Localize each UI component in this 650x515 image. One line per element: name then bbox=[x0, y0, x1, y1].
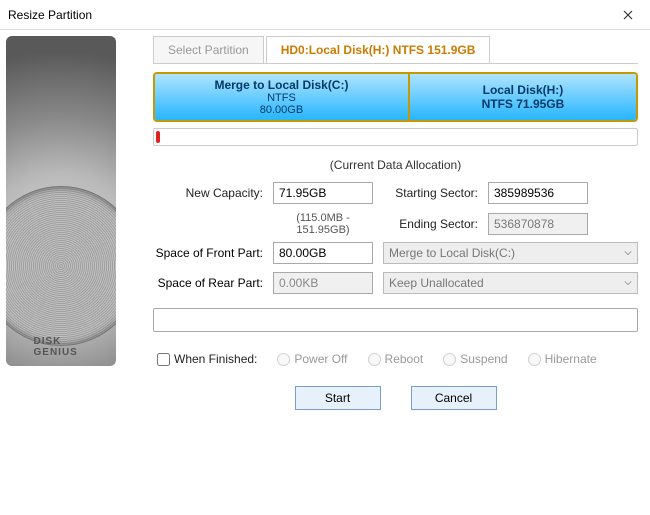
range-slider[interactable] bbox=[153, 128, 638, 146]
partition-title: Local Disk(H:) bbox=[483, 83, 564, 97]
partition-merge-c[interactable]: Merge to Local Disk(C:) NTFS 80.00GB bbox=[155, 74, 410, 120]
side-illustration bbox=[0, 30, 135, 515]
option-power-off[interactable]: Power Off bbox=[277, 352, 347, 366]
rear-action-value: Keep Unallocated bbox=[389, 276, 484, 290]
front-action-value: Merge to Local Disk(C:) bbox=[389, 246, 515, 260]
tab-selected-disk[interactable]: HD0:Local Disk(H:) NTFS 151.9GB bbox=[266, 36, 491, 63]
chevron-down-icon bbox=[624, 249, 632, 257]
partition-bar[interactable]: Merge to Local Disk(C:) NTFS 80.00GB Loc… bbox=[153, 72, 638, 122]
front-part-label: Space of Front Part: bbox=[153, 246, 263, 260]
partition-local-h[interactable]: Local Disk(H:) NTFS 71.95GB bbox=[410, 74, 636, 120]
ending-sector-input bbox=[488, 213, 588, 235]
dialog-buttons: Start Cancel bbox=[153, 386, 638, 410]
cancel-button[interactable]: Cancel bbox=[411, 386, 497, 410]
rear-part-input[interactable] bbox=[273, 272, 373, 294]
disk-icon bbox=[6, 36, 116, 366]
ending-sector-label: Ending Sector: bbox=[383, 217, 478, 231]
option-suspend[interactable]: Suspend bbox=[443, 352, 507, 366]
front-rear-rows: Space of Front Part: Merge to Local Disk… bbox=[153, 242, 638, 294]
starting-sector-label: Starting Sector: bbox=[383, 186, 478, 200]
new-capacity-label: New Capacity: bbox=[153, 186, 263, 200]
close-button[interactable] bbox=[606, 0, 650, 30]
front-part-input[interactable] bbox=[273, 242, 373, 264]
chevron-down-icon bbox=[624, 279, 632, 287]
partition-fs: NTFS 71.95GB bbox=[482, 97, 565, 111]
partition-fs: NTFS bbox=[267, 92, 296, 104]
capacity-range-hint: (115.0MB - 151.95GB) bbox=[273, 212, 373, 236]
content: Select Partition HD0:Local Disk(H:) NTFS… bbox=[0, 30, 650, 515]
rear-part-label: Space of Rear Part: bbox=[153, 276, 263, 290]
when-finished-checkbox[interactable]: When Finished: bbox=[157, 352, 257, 366]
close-icon bbox=[623, 10, 633, 20]
partition-size: 80.00GB bbox=[260, 104, 303, 116]
progress-bar bbox=[153, 308, 638, 332]
when-finished-row: When Finished: Power Off Reboot Suspend … bbox=[153, 352, 638, 366]
titlebar: Resize Partition bbox=[0, 0, 650, 30]
front-part-action-select[interactable]: Merge to Local Disk(C:) bbox=[383, 242, 638, 264]
option-hibernate[interactable]: Hibernate bbox=[528, 352, 597, 366]
capacity-fields: New Capacity: Starting Sector: (115.0MB … bbox=[153, 182, 638, 236]
rear-part-action-select[interactable]: Keep Unallocated bbox=[383, 272, 638, 294]
window-title: Resize Partition bbox=[8, 8, 92, 22]
tabbar: Select Partition HD0:Local Disk(H:) NTFS… bbox=[153, 36, 638, 64]
option-reboot[interactable]: Reboot bbox=[368, 352, 424, 366]
main-panel: Select Partition HD0:Local Disk(H:) NTFS… bbox=[135, 30, 650, 515]
partition-title: Merge to Local Disk(C:) bbox=[214, 78, 348, 92]
when-finished-label: When Finished: bbox=[174, 352, 257, 366]
allocation-heading: (Current Data Allocation) bbox=[153, 158, 638, 172]
new-capacity-input[interactable] bbox=[273, 182, 373, 204]
start-button[interactable]: Start bbox=[295, 386, 381, 410]
starting-sector-input[interactable] bbox=[488, 182, 588, 204]
when-finished-check[interactable] bbox=[157, 353, 170, 366]
tab-select-partition[interactable]: Select Partition bbox=[153, 36, 264, 63]
